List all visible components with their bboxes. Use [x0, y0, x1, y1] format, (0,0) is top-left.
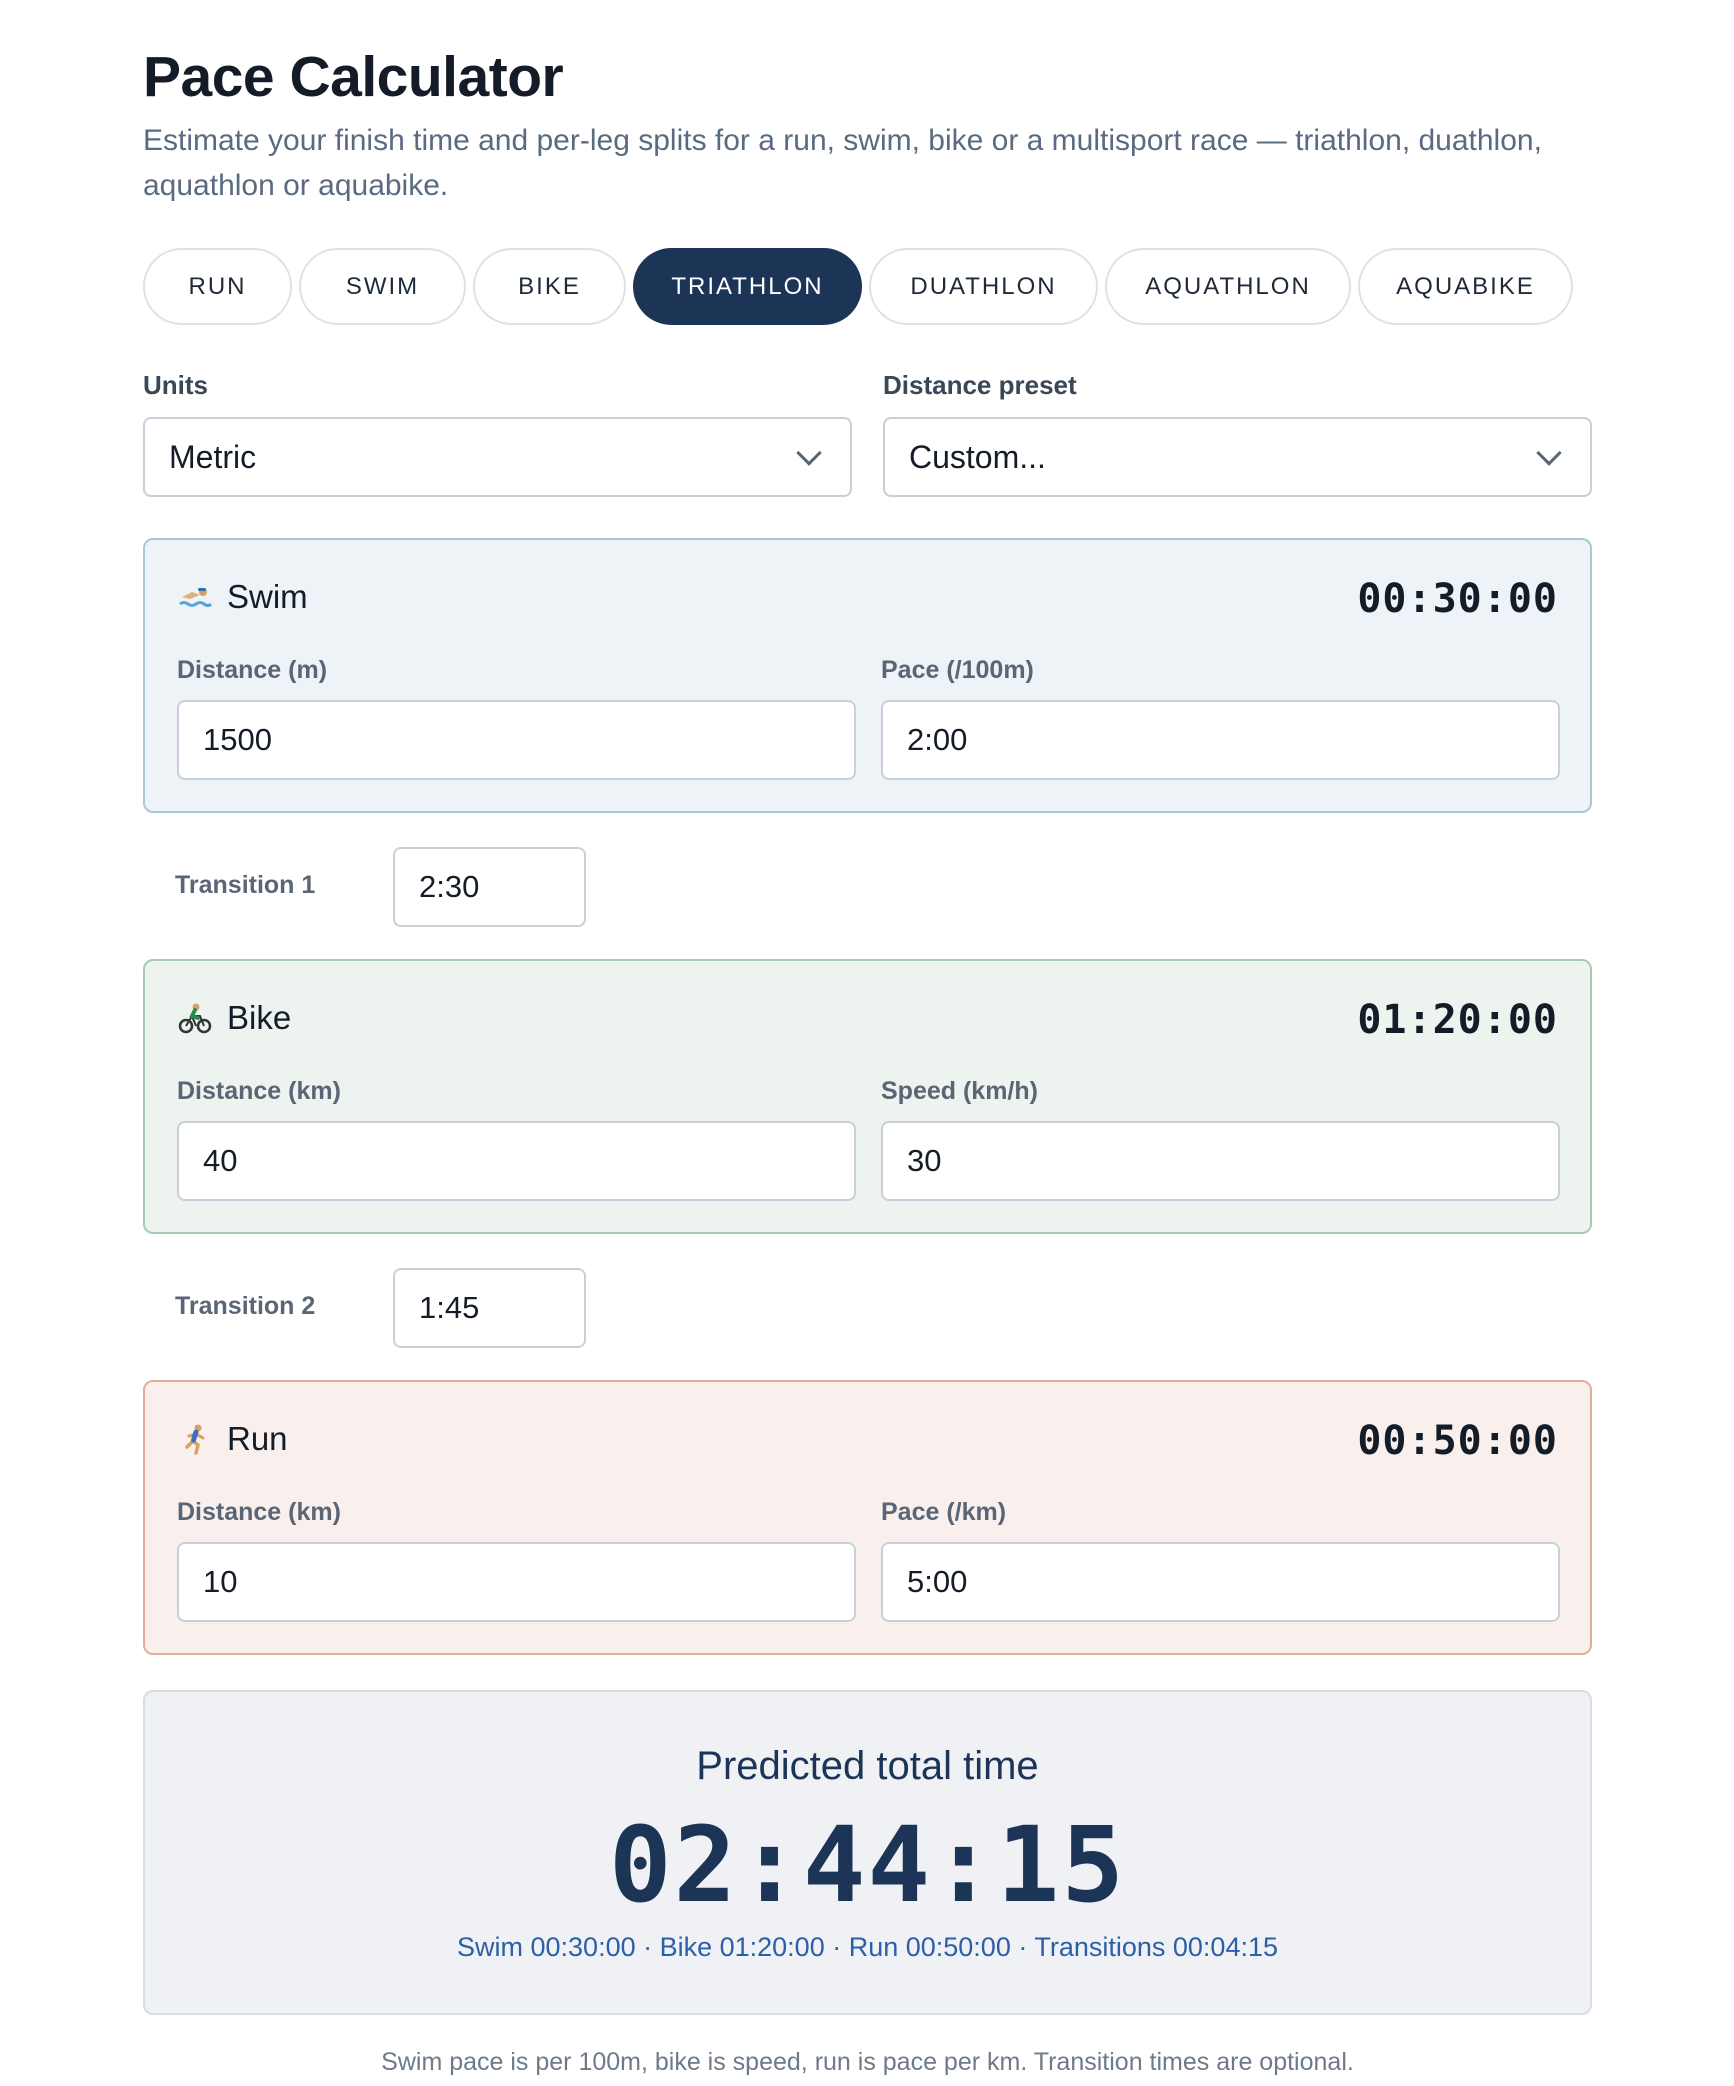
tab-aquabike[interactable]: AQUABIKE — [1358, 248, 1573, 325]
runner-icon — [177, 1421, 213, 1457]
bike-speed-input[interactable]: 30 — [881, 1121, 1560, 1201]
tab-swim[interactable]: SWIM — [299, 248, 466, 325]
swim-leg-title: Swim — [227, 578, 308, 615]
swim-leg-time: 00:30:00 — [1357, 576, 1558, 622]
bike-leg-time: 01:20:00 — [1357, 997, 1558, 1043]
run-distance-input[interactable]: 10 — [177, 1542, 856, 1622]
bike-leg-title: Bike — [227, 999, 292, 1036]
bike-distance-label: Distance (km) — [177, 1077, 341, 1105]
swim-distance-input[interactable]: 1500 — [177, 700, 856, 780]
bike-distance-input[interactable]: 40 — [177, 1121, 856, 1201]
result-label: Predicted total time — [696, 1744, 1039, 1788]
run-leg-time: 00:50:00 — [1357, 1418, 1558, 1464]
transition-1-label: Transition 1 — [175, 871, 316, 899]
result-panel: Predicted total time 02:44:15 Swim 00:30… — [143, 1690, 1592, 2015]
tab-bike[interactable]: BIKE — [473, 248, 626, 325]
sport-tabs: RUN SWIM BIKE TRIATHLON DUATHLON AQUATHL… — [143, 248, 1592, 325]
swim-pace-label: Pace (/100m) — [881, 656, 1034, 684]
swim-leg-card: Swim 00:30:00 Distance (m) 1500 Pace (/1… — [143, 538, 1592, 813]
bike-speed-label: Speed (km/h) — [881, 1077, 1038, 1105]
run-leg-title: Run — [227, 1420, 288, 1457]
transition-2-row: Transition 2 1:45 — [143, 1268, 743, 1348]
cyclist-icon — [177, 1000, 213, 1036]
transition-1-input[interactable]: 2:30 — [393, 847, 586, 927]
units-label: Units — [143, 370, 208, 400]
bike-leg-card: Bike 01:20:00 Distance (km) 40 Speed (km… — [143, 959, 1592, 1234]
tab-duathlon[interactable]: DUATHLON — [869, 248, 1098, 325]
chevron-down-icon — [796, 440, 822, 466]
preset-value: Custom... — [909, 438, 1046, 475]
transition-1-row: Transition 1 2:30 — [143, 847, 743, 927]
swim-pace-input[interactable]: 2:00 — [881, 700, 1560, 780]
tab-aquathlon[interactable]: AQUATHLON — [1105, 248, 1351, 325]
run-pace-input[interactable]: 5:00 — [881, 1542, 1560, 1622]
units-select[interactable]: Metric — [143, 417, 852, 497]
run-pace-label: Pace (/km) — [881, 1498, 1007, 1526]
tab-triathlon[interactable]: TRIATHLON — [633, 248, 862, 325]
page-subtitle: Estimate your finish time and per-leg sp… — [143, 124, 1542, 202]
split-summary: Swim 00:30:00 · Bike 01:20:00 · Run 00:5… — [457, 1932, 1278, 1962]
run-distance-label: Distance (km) — [177, 1498, 341, 1526]
total-time: 02:44:15 — [609, 1804, 1126, 1926]
page-title: Pace Calculator — [143, 45, 564, 109]
tab-run[interactable]: RUN — [143, 248, 292, 325]
swimmer-icon — [177, 579, 213, 615]
transition-2-input[interactable]: 1:45 — [393, 1268, 586, 1348]
distance-preset-select[interactable]: Custom... — [883, 417, 1592, 497]
run-leg-card: Run 00:50:00 Distance (km) 10 Pace (/km)… — [143, 1380, 1592, 1655]
units-value: Metric — [169, 438, 257, 475]
transition-2-label: Transition 2 — [175, 1292, 316, 1320]
footer-note: Swim pace is per 100m, bike is speed, ru… — [381, 2048, 1354, 2076]
chevron-down-icon — [1536, 440, 1562, 466]
swim-distance-label: Distance (m) — [177, 656, 328, 684]
preset-label: Distance preset — [883, 370, 1077, 400]
